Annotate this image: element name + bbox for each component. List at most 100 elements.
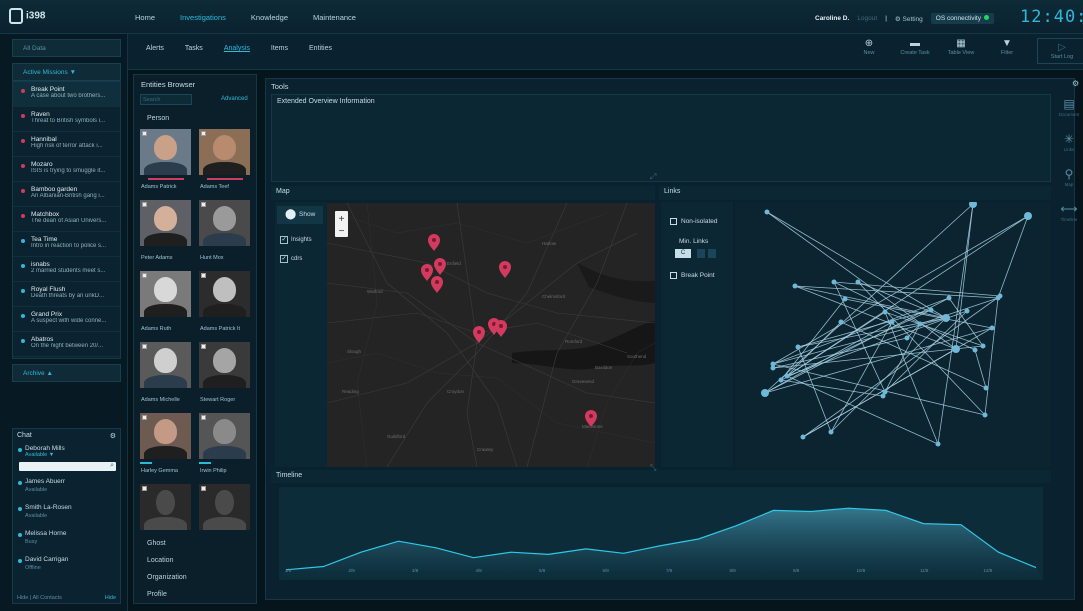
graph-node[interactable] [946, 295, 952, 301]
chat-footer-links[interactable]: Hide | All Contacts [17, 595, 62, 601]
case-item[interactable]: isnabs 2 married students meet s... [13, 257, 120, 282]
graph-node[interactable] [761, 389, 769, 397]
graph-node[interactable] [952, 345, 960, 353]
new-button[interactable]: ⊕ New [853, 38, 885, 64]
connectivity-status[interactable]: OS connectivity [930, 13, 994, 24]
person-thumbnail[interactable] [140, 413, 191, 459]
tab-alerts[interactable]: Alerts [146, 45, 164, 52]
cdrs-checkbox[interactable]: ✓ [280, 255, 288, 263]
create-task-button[interactable]: ▬ Create Task [899, 38, 931, 64]
map-tool-button[interactable]: ⚲ Map [1055, 166, 1083, 187]
case-item[interactable]: Hannibal High risk of terror attack i... [13, 132, 120, 157]
document-tool-button[interactable]: ▤ Document [1055, 96, 1083, 117]
ghost-thumbnail[interactable] [140, 484, 191, 530]
select-checkbox[interactable] [201, 415, 206, 420]
graph-node[interactable] [855, 279, 861, 285]
chat-settings-icon[interactable]: ⚙ [110, 432, 116, 440]
archive-toggle[interactable]: Archive ▲ [12, 364, 121, 382]
map-view[interactable]: Enfield Harlow Chelmsford Romford Basildon So… [327, 203, 655, 467]
links-tool-button[interactable]: ✳ Links [1055, 131, 1083, 152]
graph-node[interactable] [917, 321, 923, 327]
person-thumbnail[interactable] [199, 342, 250, 388]
graph-node[interactable] [778, 377, 784, 383]
start-log-button[interactable]: ▷ Start Log [1037, 38, 1083, 64]
person-thumbnail[interactable] [199, 271, 250, 317]
all-data-filter[interactable]: All Data [12, 39, 121, 57]
case-item[interactable]: Royal Flush Death threats by an unkD... [13, 282, 120, 307]
timeline-canvas[interactable] [279, 487, 1043, 580]
graph-node[interactable] [800, 434, 806, 440]
select-checkbox[interactable] [142, 131, 147, 136]
section-location[interactable]: Location [147, 557, 173, 564]
select-checkbox[interactable] [142, 344, 147, 349]
graph-node[interactable] [828, 429, 834, 435]
graph-node[interactable] [842, 296, 848, 302]
collapse-arrows-icon[interactable]: ⤡ [650, 463, 656, 473]
tab-tasks[interactable]: Tasks [185, 45, 203, 52]
map-canvas[interactable]: Enfield Harlow Chelmsford Romford Basildon So… [327, 203, 655, 467]
timeline-tool-button[interactable]: ⟷ Timeline [1055, 201, 1083, 222]
person-thumbnail[interactable] [199, 413, 250, 459]
graph-node[interactable] [1024, 212, 1032, 220]
topnav-investigations[interactable]: Investigations [180, 13, 226, 22]
person-thumbnail[interactable] [140, 271, 191, 317]
chat-contact[interactable]: Melissa Horne Busy [13, 527, 120, 553]
expand-arrows-icon[interactable]: ⤢ [650, 172, 656, 182]
section-ghost[interactable]: Ghost [147, 540, 166, 547]
case-item[interactable]: Raven Threat to British symbols i... [13, 107, 120, 132]
case-item[interactable]: Bamboo garden An Albanian-British gang i.… [13, 182, 120, 207]
graph-node[interactable] [880, 393, 886, 399]
break-point-checkbox[interactable] [670, 272, 677, 279]
chat-contact[interactable]: David Carrigan Offline [13, 553, 120, 579]
person-thumbnail[interactable] [140, 342, 191, 388]
case-item[interactable]: Tea Time Intro in reaction to police s... [13, 232, 120, 257]
graph-node[interactable] [995, 295, 1001, 301]
chat-contact[interactable]: James Abuerr Available [13, 475, 120, 501]
min-links-input[interactable]: C [675, 249, 691, 258]
links-graph[interactable] [735, 200, 1051, 467]
ghost-thumbnail[interactable] [199, 484, 250, 530]
select-checkbox[interactable] [201, 131, 206, 136]
case-item[interactable]: Matchbox The dean of Asian Univers... [13, 207, 120, 232]
person-thumbnail[interactable] [199, 129, 250, 175]
graph-node[interactable] [831, 279, 837, 285]
decrement-button[interactable] [697, 249, 705, 258]
select-checkbox[interactable] [142, 486, 147, 491]
person-thumbnail[interactable] [140, 200, 191, 246]
logout-link[interactable]: Logout [857, 15, 877, 22]
insights-checkbox[interactable]: ✓ [280, 236, 288, 244]
graph-node[interactable] [972, 347, 978, 353]
graph-node[interactable] [770, 365, 776, 371]
chat-contact[interactable]: Smith La-Rosen Available [13, 501, 120, 527]
tab-entities[interactable]: Entities [309, 45, 332, 52]
case-item[interactable]: Mozaro ISIS is trying to smuggle it... [13, 157, 120, 182]
timeline-chart[interactable] [279, 487, 1043, 580]
graph-node[interactable] [969, 200, 977, 208]
topnav-maintenance[interactable]: Maintenance [313, 13, 356, 22]
tools-settings-icon[interactable]: ⚙ [1072, 79, 1079, 88]
case-item[interactable]: Abatros On the night between 20/... [13, 332, 120, 357]
graph-node[interactable] [795, 344, 801, 350]
filter-button[interactable]: ▼ Filter [991, 38, 1023, 64]
select-checkbox[interactable] [142, 202, 147, 207]
chat-status-select[interactable]: Available ▼ [25, 452, 116, 458]
zoom-in-button[interactable]: + [339, 214, 345, 225]
person-thumbnail[interactable] [140, 129, 191, 175]
select-checkbox[interactable] [201, 486, 206, 491]
select-checkbox[interactable] [142, 415, 147, 420]
graph-node[interactable] [928, 307, 934, 313]
topnav-knowledge[interactable]: Knowledge [251, 13, 288, 22]
graph-node[interactable] [784, 373, 790, 379]
graph-node[interactable] [964, 308, 970, 314]
select-checkbox[interactable] [201, 273, 206, 278]
graph-node[interactable] [889, 319, 895, 325]
select-checkbox[interactable] [201, 202, 206, 207]
graph-node[interactable] [935, 441, 941, 447]
graph-node[interactable] [982, 412, 988, 418]
graph-node[interactable] [882, 309, 888, 315]
zoom-out-button[interactable]: − [339, 226, 345, 237]
case-item[interactable]: Break Point A case about two brothers... [13, 82, 120, 107]
table-view-button[interactable]: ▦ Table View [945, 38, 977, 64]
section-profile[interactable]: Profile [147, 591, 167, 598]
app-logo[interactable]: i398 [9, 8, 45, 24]
